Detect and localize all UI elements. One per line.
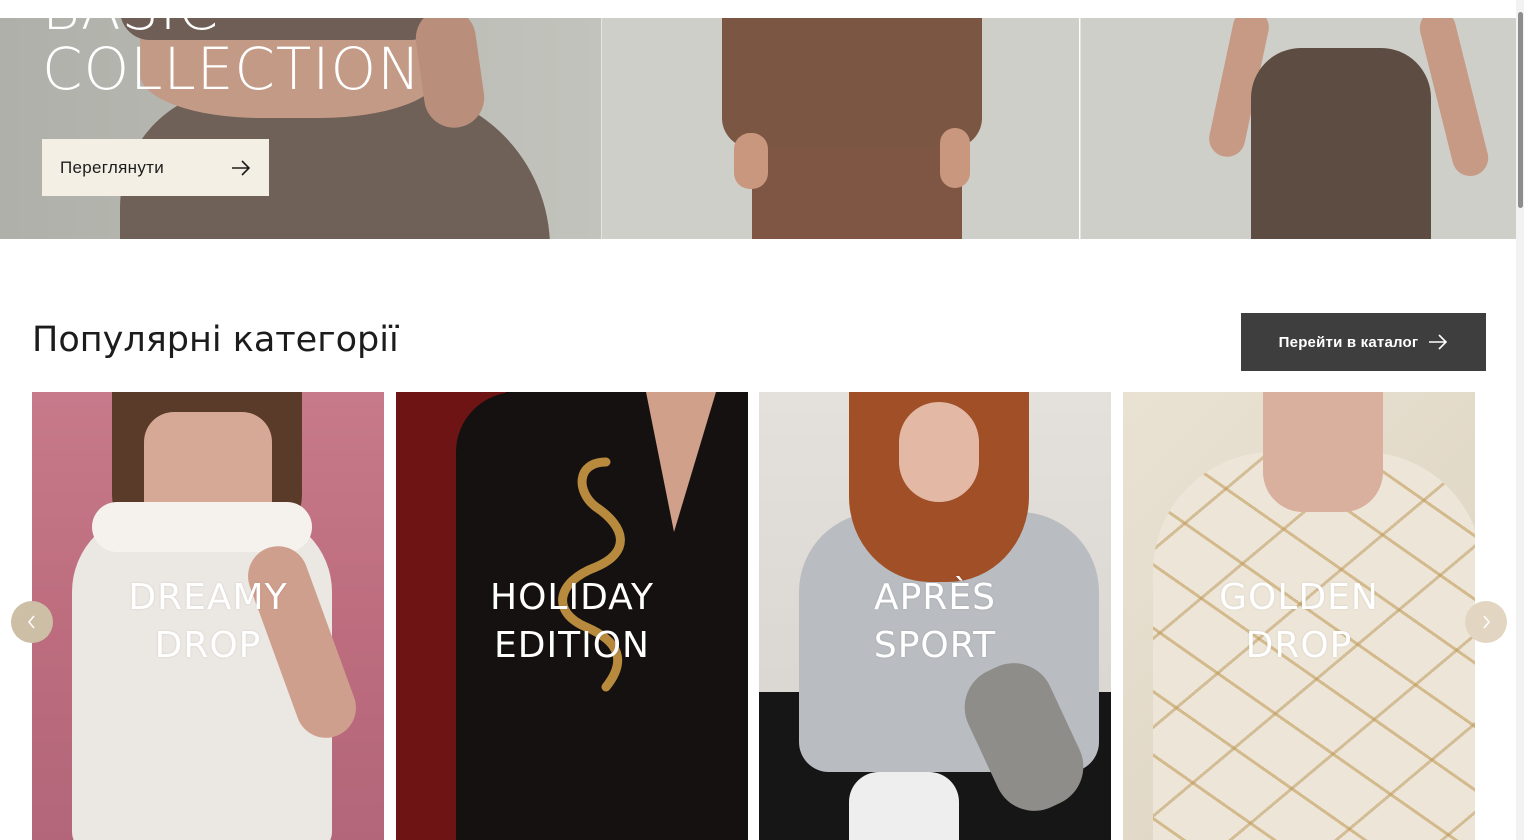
- go-to-catalog-label: Перейти в каталог: [1278, 333, 1419, 351]
- hero-title: COLLECTION: [42, 35, 422, 103]
- hero-panel-middle[interactable]: [602, 18, 1079, 239]
- category-label-line: EDITION: [494, 625, 650, 666]
- hero-panel-left[interactable]: BASIC COLLECTION Переглянути: [0, 18, 601, 239]
- hero-model-sweatshirt: [722, 18, 982, 148]
- category-label-line: HOLIDAY: [490, 577, 654, 618]
- category-carousel: DREAMY DROP HOLIDAY EDITION APRÈS SPORT …: [32, 392, 1475, 840]
- category-label-line: DREAMY: [128, 577, 288, 618]
- category-label-line: DROP: [154, 625, 262, 666]
- category-card-dreamy-drop[interactable]: DREAMY DROP: [32, 392, 384, 840]
- page: BASIC COLLECTION Переглянути Популярні к…: [0, 0, 1524, 840]
- category-label-line: SPORT: [873, 625, 997, 666]
- header-bar: [0, 0, 1516, 18]
- category-card-golden-drop[interactable]: GOLDEN DROP: [1123, 392, 1475, 840]
- scrollbar-thumb[interactable]: [1518, 12, 1523, 208]
- hero-model-flared-leggings: [1251, 48, 1431, 239]
- view-collection-label: Переглянути: [60, 157, 165, 177]
- category-label: HOLIDAY EDITION: [396, 574, 748, 670]
- arrow-right-icon: [1429, 334, 1448, 350]
- card-model-lace-trim: [92, 502, 312, 552]
- carousel-next-button[interactable]: [1465, 601, 1507, 643]
- hero-model-hand-right: [940, 128, 970, 188]
- hero-panel-right[interactable]: [1081, 18, 1516, 239]
- category-label: DREAMY DROP: [32, 574, 384, 670]
- category-card-apres-sport[interactable]: APRÈS SPORT: [759, 392, 1111, 840]
- card-model-face: [899, 402, 979, 502]
- section-title: Популярні категорії: [32, 320, 399, 360]
- view-collection-button[interactable]: Переглянути: [42, 139, 269, 196]
- category-label: APRÈS SPORT: [759, 574, 1111, 670]
- category-card-holiday-edition[interactable]: HOLIDAY EDITION: [396, 392, 748, 840]
- carousel-prev-button[interactable]: [11, 601, 53, 643]
- hero-model-hand-left: [734, 133, 768, 189]
- category-label: GOLDEN DROP: [1123, 574, 1475, 670]
- card-model-sneaker: [849, 772, 959, 840]
- category-label-line: DROP: [1245, 625, 1353, 666]
- arrow-right-icon: [232, 159, 251, 176]
- go-to-catalog-button[interactable]: Перейти в каталог: [1241, 313, 1486, 371]
- chevron-left-icon: [28, 615, 35, 629]
- chevron-right-icon: [1483, 615, 1490, 629]
- category-label-line: APRÈS: [874, 577, 996, 618]
- hero-banner: BASIC COLLECTION Переглянути: [0, 18, 1516, 239]
- category-label-line: GOLDEN: [1219, 577, 1379, 618]
- card-model-neck: [1263, 392, 1383, 512]
